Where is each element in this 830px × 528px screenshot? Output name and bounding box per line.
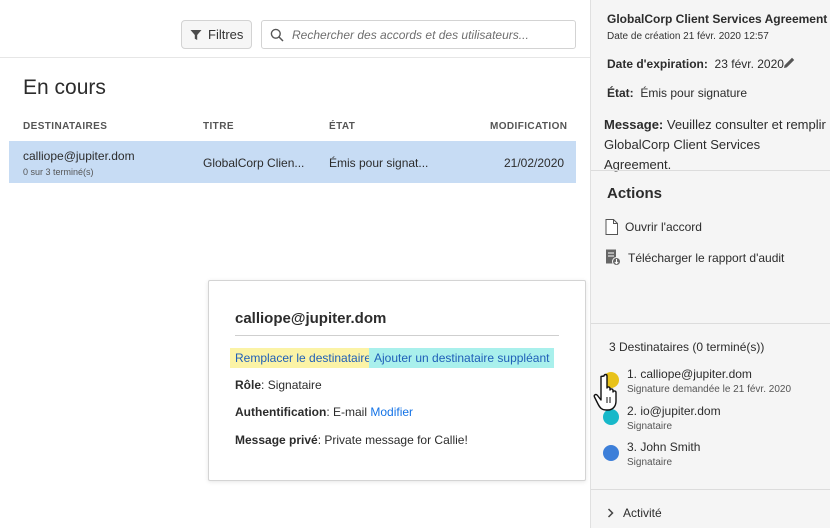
column-header-state[interactable]: ÉTAT bbox=[329, 121, 355, 132]
message-label: Message: bbox=[604, 117, 664, 132]
column-header-modified[interactable]: MODIFICATION bbox=[490, 121, 567, 132]
search-box[interactable] bbox=[261, 20, 576, 49]
chevron-right-icon bbox=[607, 508, 614, 518]
authentication-value: E-mail bbox=[333, 405, 368, 419]
row-state: Émis pour signat... bbox=[329, 156, 429, 170]
divider bbox=[591, 323, 830, 324]
document-icon bbox=[605, 219, 618, 235]
role-label: Rôle bbox=[235, 378, 262, 392]
funnel-icon bbox=[190, 29, 202, 40]
table-row[interactable]: calliope@jupiter.dom 0 sur 3 terminé(s) … bbox=[9, 141, 576, 183]
row-progress: 0 sur 3 terminé(s) bbox=[23, 167, 94, 177]
section-title: En cours bbox=[23, 76, 106, 99]
private-message-value: Private message for Callie! bbox=[324, 433, 468, 447]
activity-label: Activité bbox=[623, 506, 662, 520]
row-recipient: calliope@jupiter.dom bbox=[23, 149, 135, 163]
pencil-icon[interactable] bbox=[783, 56, 796, 69]
recipient-role: Signataire bbox=[627, 457, 673, 468]
filter-button[interactable]: Filtres bbox=[181, 20, 252, 49]
row-title: GlobalCorp Clien... bbox=[203, 156, 305, 170]
expiration-label: Date d'expiration: bbox=[607, 57, 708, 71]
recipient-name: 3. John Smith bbox=[627, 440, 701, 454]
state-label: État: bbox=[607, 86, 634, 100]
recipient-name: 1. calliope@jupiter.dom bbox=[627, 367, 752, 381]
modify-authentication-link[interactable]: Modifier bbox=[370, 405, 413, 419]
recipient-role: Signature demandée le 21 févr. 2020 bbox=[627, 384, 792, 395]
state-field: État: Émis pour signature bbox=[607, 86, 747, 100]
search-icon bbox=[270, 28, 284, 42]
column-header-recipients[interactable]: DESTINATAIRES bbox=[23, 121, 107, 132]
divider bbox=[591, 489, 830, 490]
recipient-popover: calliope@jupiter.dom Remplacer le destin… bbox=[208, 280, 586, 481]
authentication-field: Authentification: E-mail Modifier bbox=[235, 405, 414, 419]
role-value: Signataire bbox=[267, 378, 322, 392]
agreement-title: GlobalCorp Client Services Agreement bbox=[607, 12, 828, 26]
recipient-item[interactable]: 1. calliope@jupiter.dom Signature demand… bbox=[603, 367, 823, 401]
private-message-field: Message privé: Private message for Calli… bbox=[235, 433, 468, 447]
open-agreement-action[interactable]: Ouvrir l'accord bbox=[605, 219, 702, 235]
column-header-title[interactable]: TITRE bbox=[203, 121, 234, 132]
filter-button-label: Filtres bbox=[208, 27, 244, 42]
download-audit-report-label: Télécharger le rapport d'audit bbox=[628, 250, 785, 265]
download-audit-report-action[interactable]: Télécharger le rapport d'audit bbox=[605, 249, 784, 266]
divider bbox=[0, 57, 590, 58]
row-modified: 21/02/2020 bbox=[504, 156, 565, 170]
audit-report-download-icon bbox=[606, 249, 621, 266]
toolbar: Filtres bbox=[0, 19, 590, 49]
recipient-status-dot bbox=[603, 409, 619, 425]
expiration-value: 23 févr. 2020 bbox=[714, 57, 784, 71]
role-field: Rôle: Signataire bbox=[235, 378, 322, 392]
recipients-count: 3 Destinataires (0 terminé(s)) bbox=[609, 340, 765, 354]
recipient-name: 2. io@jupiter.dom bbox=[627, 404, 721, 418]
recipient-status-dot bbox=[603, 445, 619, 461]
expiration-field: Date d'expiration: 23 févr. 2020 bbox=[607, 57, 784, 71]
recipient-item[interactable]: 3. John Smith Signataire bbox=[603, 440, 823, 474]
open-agreement-label: Ouvrir l'accord bbox=[625, 220, 702, 234]
divider bbox=[235, 335, 559, 336]
recipient-item[interactable]: 2. io@jupiter.dom Signataire bbox=[603, 404, 823, 438]
agreement-details-panel: GlobalCorp Client Services Agreement Dat… bbox=[590, 0, 830, 528]
message-field: Message: Veuillez consulter et remplir G… bbox=[604, 115, 829, 175]
search-input[interactable] bbox=[292, 27, 562, 42]
agreements-list-pane: Filtres En cours DESTINATAIRES TITRE ÉTA… bbox=[0, 0, 590, 528]
created-date: Date de création 21 févr. 2020 12:57 bbox=[607, 31, 769, 42]
authentication-label: Authentification bbox=[235, 405, 327, 419]
replace-recipient-link[interactable]: Remplacer le destinataire bbox=[230, 348, 377, 368]
divider bbox=[591, 170, 830, 171]
popover-email: calliope@jupiter.dom bbox=[235, 310, 387, 327]
add-alternate-recipient-link[interactable]: Ajouter un destinataire suppléant bbox=[369, 348, 555, 368]
recipient-role: Signataire bbox=[627, 421, 673, 432]
recipient-status-dot bbox=[603, 372, 619, 388]
private-message-label: Message privé bbox=[235, 433, 318, 447]
state-value: Émis pour signature bbox=[640, 86, 748, 100]
activity-toggle[interactable]: Activité bbox=[607, 506, 662, 520]
actions-title: Actions bbox=[607, 185, 663, 202]
